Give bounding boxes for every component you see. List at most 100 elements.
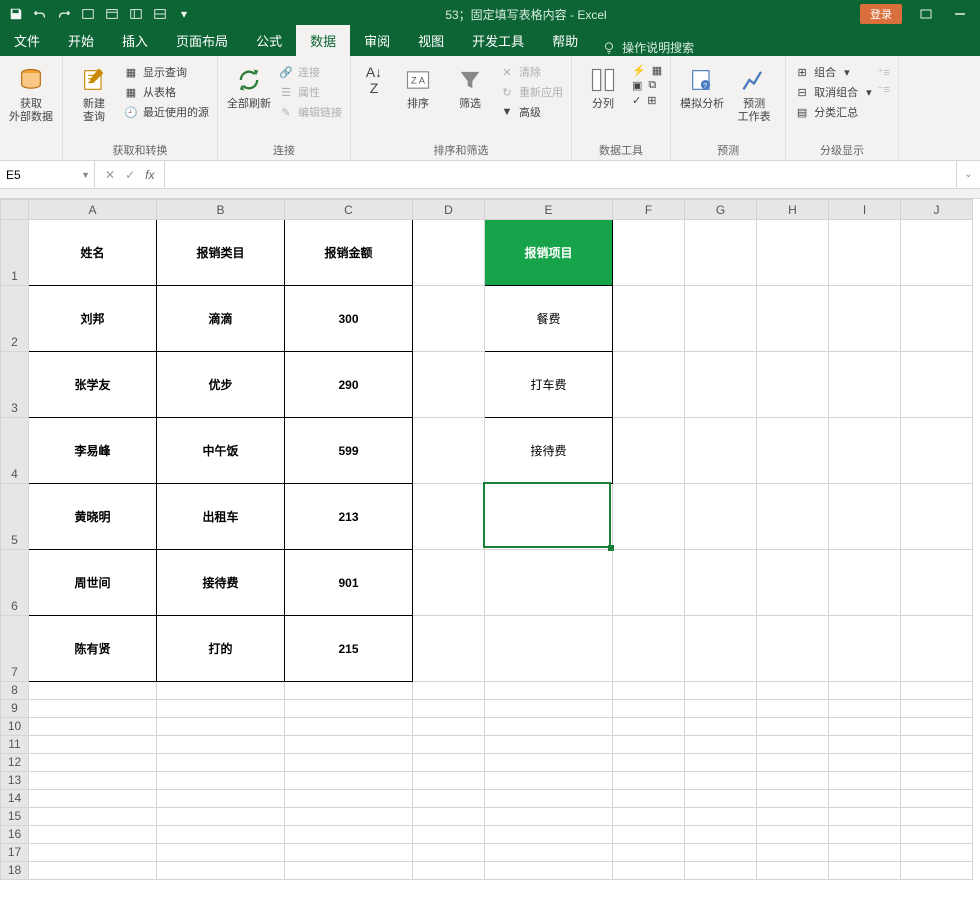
tab-dev[interactable]: 开发工具 (458, 25, 538, 56)
cell[interactable]: 黄晓明 (29, 484, 157, 550)
row-header[interactable]: 9 (1, 700, 29, 718)
col-header[interactable]: F (613, 200, 685, 220)
ungroup-button[interactable]: ⊟取消组合▾ (794, 84, 872, 100)
cell[interactable] (757, 550, 829, 616)
col-header[interactable]: H (757, 200, 829, 220)
cell[interactable] (157, 862, 285, 880)
cell[interactable] (901, 220, 973, 286)
relationships-icon[interactable]: ⧉ (648, 79, 656, 92)
cell[interactable] (757, 844, 829, 862)
cell[interactable] (413, 790, 485, 808)
row-header[interactable]: 12 (1, 754, 29, 772)
cell[interactable] (413, 484, 485, 550)
cell[interactable] (757, 682, 829, 700)
cell[interactable] (613, 790, 685, 808)
cell[interactable] (829, 484, 901, 550)
col-header[interactable]: B (157, 200, 285, 220)
cell[interactable] (157, 772, 285, 790)
cell[interactable] (157, 826, 285, 844)
row-header[interactable]: 6 (1, 550, 29, 616)
consolidate-icon[interactable]: ▦ (652, 64, 662, 77)
connections-button[interactable]: 🔗连接 (278, 64, 342, 80)
cell[interactable] (29, 862, 157, 880)
cell[interactable] (685, 550, 757, 616)
name-box[interactable]: E5 ▼ (0, 161, 95, 188)
cell[interactable] (757, 772, 829, 790)
cell[interactable] (901, 616, 973, 682)
col-header[interactable]: E (485, 200, 613, 220)
row-header[interactable]: 15 (1, 808, 29, 826)
qat-icon[interactable] (128, 6, 144, 22)
row-header[interactable]: 16 (1, 826, 29, 844)
cell[interactable]: 中午饭 (157, 418, 285, 484)
cell[interactable] (613, 736, 685, 754)
cell[interactable]: 报销项目 (485, 220, 613, 286)
cell[interactable] (757, 862, 829, 880)
row-header[interactable]: 14 (1, 790, 29, 808)
cell[interactable] (485, 862, 613, 880)
cell[interactable] (413, 808, 485, 826)
cell[interactable] (485, 790, 613, 808)
sort-button[interactable]: Z A 排序 (395, 60, 441, 111)
show-detail-icon[interactable]: ⁺≡ (878, 66, 890, 79)
cell[interactable] (757, 754, 829, 772)
cell[interactable] (413, 286, 485, 352)
cell[interactable] (757, 826, 829, 844)
tab-insert[interactable]: 插入 (108, 25, 162, 56)
cell[interactable] (485, 700, 613, 718)
cell[interactable] (685, 862, 757, 880)
row-header[interactable]: 10 (1, 718, 29, 736)
cell[interactable] (685, 736, 757, 754)
cell[interactable] (413, 826, 485, 844)
cancel-icon[interactable]: ✕ (105, 168, 115, 182)
cell[interactable] (285, 862, 413, 880)
cell[interactable] (829, 682, 901, 700)
qat-icon[interactable] (152, 6, 168, 22)
tab-file[interactable]: 文件 (0, 25, 54, 56)
cell[interactable] (285, 682, 413, 700)
subtotal-button[interactable]: ▤分类汇总 (794, 104, 872, 120)
cell[interactable] (485, 736, 613, 754)
cell[interactable] (901, 772, 973, 790)
tab-home[interactable]: 开始 (54, 25, 108, 56)
row-header[interactable]: 13 (1, 772, 29, 790)
cell[interactable]: 接待费 (485, 418, 613, 484)
cell[interactable]: 张学友 (29, 352, 157, 418)
cell[interactable] (485, 844, 613, 862)
save-icon[interactable] (8, 6, 24, 22)
tab-help[interactable]: 帮助 (538, 25, 592, 56)
tab-data[interactable]: 数据 (296, 25, 350, 56)
cell[interactable]: 周世间 (29, 550, 157, 616)
cell[interactable] (829, 754, 901, 772)
cell[interactable] (157, 790, 285, 808)
advanced-filter-button[interactable]: ▼高级 (499, 104, 563, 120)
cell[interactable] (901, 682, 973, 700)
tab-review[interactable]: 审阅 (350, 25, 404, 56)
tab-layout[interactable]: 页面布局 (162, 25, 242, 56)
sort-az-button[interactable]: A↓Z (359, 60, 389, 96)
cell[interactable] (685, 790, 757, 808)
cell[interactable] (613, 700, 685, 718)
cell[interactable] (685, 484, 757, 550)
row-header[interactable]: 3 (1, 352, 29, 418)
cell[interactable] (413, 862, 485, 880)
cell[interactable] (485, 826, 613, 844)
cell[interactable] (613, 220, 685, 286)
cell[interactable] (685, 808, 757, 826)
cell[interactable] (285, 808, 413, 826)
cell[interactable] (757, 808, 829, 826)
cell[interactable] (413, 772, 485, 790)
cell[interactable] (485, 808, 613, 826)
whatif-button[interactable]: ? 模拟分析 (679, 60, 725, 111)
cell[interactable] (901, 286, 973, 352)
cell[interactable]: 报销金额 (285, 220, 413, 286)
qat-icon[interactable] (104, 6, 120, 22)
cell[interactable]: 餐费 (485, 286, 613, 352)
cell[interactable] (757, 718, 829, 736)
cell[interactable] (829, 418, 901, 484)
cell[interactable] (285, 718, 413, 736)
cell[interactable] (757, 700, 829, 718)
cell[interactable] (485, 550, 613, 616)
cell[interactable]: 滴滴 (157, 286, 285, 352)
dropdown-icon[interactable]: ▼ (81, 170, 90, 180)
